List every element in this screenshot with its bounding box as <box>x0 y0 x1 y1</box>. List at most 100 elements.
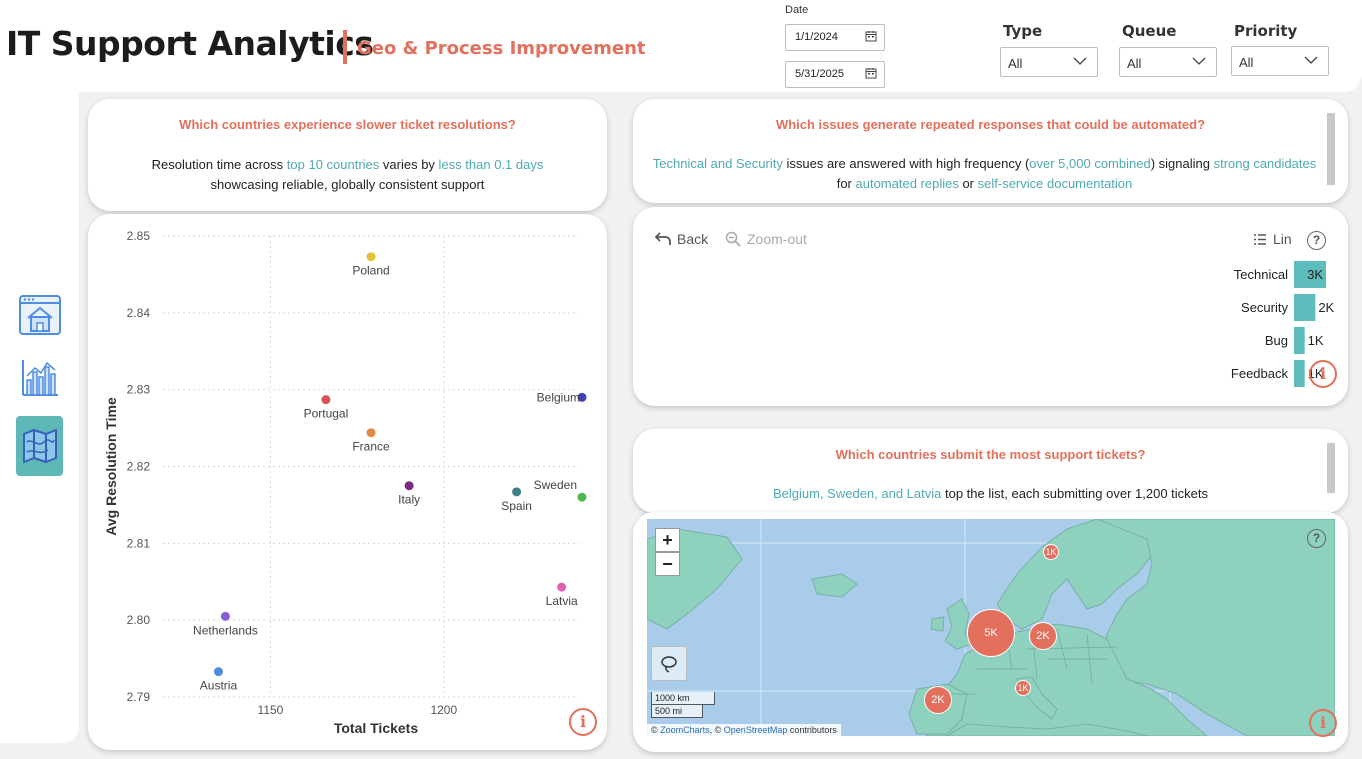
scatter-point <box>220 611 230 621</box>
question-answer: Belgium, Sweden, and Latvia top the list… <box>633 484 1348 504</box>
page-title: IT Support Analytics <box>6 24 374 63</box>
info-icon[interactable]: i <box>1309 360 1337 388</box>
scrollbar[interactable] <box>1327 113 1335 185</box>
scatter-point <box>213 667 223 677</box>
x-tick-label: 1150 <box>258 703 284 717</box>
nav-charts-button[interactable] <box>16 354 63 401</box>
y-tick-label: 2.84 <box>127 306 151 320</box>
bar <box>1294 360 1305 387</box>
type-filter-value: All <box>1008 56 1023 71</box>
answer-text: showcasing reliable, globally consistent… <box>210 177 485 192</box>
chevron-down-icon <box>1192 57 1206 65</box>
calendar-icon[interactable] <box>865 67 877 79</box>
scatter-point <box>366 428 376 438</box>
question-card-volume: Which countries submit the most support … <box>633 429 1348 513</box>
scatter-point <box>366 252 376 262</box>
scale-bar-km: 1000 km <box>651 692 715 705</box>
answer-highlight: less than 0.1 days <box>438 157 544 172</box>
answer-highlight: Belgium, Sweden, and Latvia <box>772 486 942 501</box>
bar-category-label: Feedback <box>1231 366 1289 381</box>
openstreetmap-link[interactable]: OpenStreetMap <box>724 725 788 735</box>
bar-chart-icon <box>21 359 58 396</box>
scatter-point-label: Spain <box>501 499 532 513</box>
lasso-select-button[interactable] <box>651 646 687 681</box>
priority-filter-dropdown[interactable]: All <box>1231 46 1329 76</box>
bar-value-label: 3K <box>1307 267 1323 282</box>
question-card-automation: Which issues generate repeated responses… <box>633 99 1348 203</box>
answer-highlight: over 5,000 combined <box>1029 156 1151 171</box>
map-zoom-out-button[interactable]: − <box>655 552 680 576</box>
bar-value-label: 2K <box>1318 300 1334 315</box>
answer-highlight: top 10 countries <box>286 157 380 172</box>
map-bubble[interactable]: 5K <box>967 609 1015 657</box>
map-icon <box>22 428 57 464</box>
answer-text: for <box>836 176 856 191</box>
priority-filter-label: Priority <box>1234 22 1298 40</box>
type-filter-dropdown[interactable]: All <box>1000 47 1098 77</box>
answer-text: top the list, each submitting over 1,200… <box>941 486 1209 501</box>
answer-text: Resolution time across <box>151 157 287 172</box>
y-tick-label: 2.81 <box>127 536 151 550</box>
map-bubble[interactable]: 2K <box>924 686 952 714</box>
scatter-point-label: Portugal <box>304 407 349 421</box>
scatter-point <box>557 582 567 592</box>
x-axis-title: Total Tickets <box>334 720 419 736</box>
answer-text: ) signaling <box>1150 156 1214 171</box>
title-separator <box>343 30 347 64</box>
bar-value-label: 1K <box>1308 333 1324 348</box>
header: IT Support Analytics Geo & Process Impro… <box>0 0 1362 92</box>
map-zoom-in-button[interactable]: + <box>655 528 680 552</box>
date-end-input[interactable]: 5/31/2025 <box>785 61 885 88</box>
zoomcharts-link[interactable]: ZoomCharts <box>660 725 710 735</box>
home-icon <box>18 294 61 335</box>
map-attribution: © ZoomCharts, © OpenStreetMap contributo… <box>647 724 841 736</box>
attribution-text: , © <box>709 725 724 735</box>
answer-highlight: self-service documentation <box>977 176 1133 191</box>
y-tick-label: 2.85 <box>127 229 151 243</box>
calendar-icon[interactable] <box>865 30 877 42</box>
date-start-input[interactable]: 1/1/2024 <box>785 24 885 51</box>
bar-category-label: Bug <box>1265 333 1288 348</box>
scatter-point <box>512 487 522 497</box>
y-tick-label: 2.79 <box>127 690 151 704</box>
y-tick-label: 2.80 <box>127 613 151 627</box>
info-icon[interactable]: i <box>1309 709 1337 737</box>
map-bubble[interactable]: 2K <box>1029 622 1057 650</box>
map-bubble[interactable]: 1K <box>1015 680 1031 696</box>
queue-filter-label: Queue <box>1122 22 1177 40</box>
answer-highlight: automated replies <box>855 176 959 191</box>
y-tick-label: 2.83 <box>127 383 151 397</box>
scatter-point-label: France <box>352 440 390 454</box>
scrollbar[interactable] <box>1327 443 1335 493</box>
type-filter-label: Type <box>1003 22 1043 40</box>
lasso-icon <box>661 655 677 673</box>
y-tick-label: 2.82 <box>127 460 151 474</box>
answer-text: or <box>958 176 978 191</box>
date-start-value: 1/1/2024 <box>795 31 838 43</box>
europe-map[interactable]: + − ? 1K 5K 2K 1K 2K 1000 km 500 mi © Zo… <box>647 519 1335 736</box>
bar-chart[interactable]: Technical 3KSecurity 2KBug 1KFeedback 1K <box>633 207 1348 406</box>
scatter-point <box>321 395 331 405</box>
map-bubble[interactable]: 1K <box>1043 544 1059 560</box>
attribution-text: © <box>651 725 661 735</box>
map-help-icon[interactable]: ? <box>1307 529 1326 548</box>
scatter-chart[interactable]: 2.79 2.80 2.81 2.82 2.83 2.84 2.85 1150 1200 Tota… <box>88 214 607 750</box>
nav-map-button[interactable] <box>16 416 63 476</box>
scatter-chart-card: 2.79 2.80 2.81 2.82 2.83 2.84 2.85 1150 1200 Tota… <box>88 214 607 750</box>
map-card: + − ? 1K 5K 2K 1K 2K 1000 km 500 mi © Zo… <box>633 512 1348 752</box>
bar <box>1294 327 1305 354</box>
info-icon[interactable]: i <box>569 708 597 736</box>
question-answer: Technical and Security issues are answer… <box>633 154 1348 194</box>
nav-home-button[interactable] <box>16 291 63 338</box>
scatter-point-label: Austria <box>200 679 238 693</box>
question-title: Which countries experience slower ticket… <box>179 117 516 132</box>
left-navigation <box>0 92 79 743</box>
attribution-text: contributors <box>787 725 837 735</box>
scatter-point-label: Latvia <box>546 594 578 608</box>
queue-filter-dropdown[interactable]: All <box>1119 47 1217 77</box>
chevron-down-icon <box>1073 57 1087 65</box>
question-answer: Resolution time across top 10 countries … <box>88 155 607 195</box>
scatter-point <box>577 492 587 502</box>
bar-category-label: Security <box>1241 300 1288 315</box>
chevron-down-icon <box>1304 56 1318 64</box>
